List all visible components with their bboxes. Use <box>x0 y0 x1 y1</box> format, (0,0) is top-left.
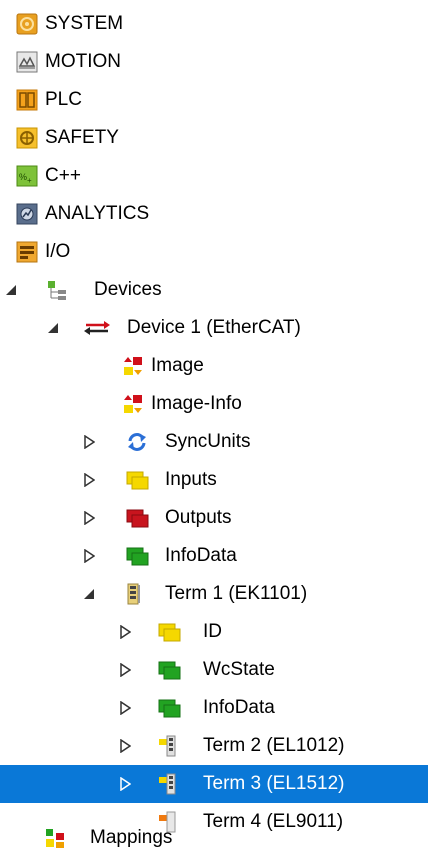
tree-item-label: Term 2 (EL1012) <box>203 735 345 756</box>
tree-item-label: Mappings <box>90 827 173 848</box>
image-info-icon <box>122 393 144 415</box>
tree-item-label: MOTION <box>45 51 121 72</box>
tree-item-label: PLC <box>45 89 82 110</box>
safety-icon <box>16 127 38 149</box>
tree-item-term3[interactable]: Term 3 (EL1512) <box>0 765 428 803</box>
collapse-icon[interactable] <box>82 587 96 601</box>
expand-icon[interactable] <box>118 625 132 639</box>
tree-item-plc[interactable]: PLC <box>0 81 428 119</box>
tree-item-inputs[interactable]: Inputs <box>0 461 428 499</box>
collapse-icon[interactable] <box>46 321 60 335</box>
tree-item-device1[interactable]: Device 1 (EtherCAT) <box>0 309 428 347</box>
tree-item-system[interactable]: SYSTEM <box>0 5 428 43</box>
solution-tree: SYSTEM MOTION PLC SAFETY % + C++ ANALYTIC… <box>0 0 428 851</box>
terminal-icon <box>158 735 180 757</box>
tree-item-label: SyncUnits <box>165 431 251 452</box>
tree-item-safety[interactable]: SAFETY <box>0 119 428 157</box>
syncunits-icon <box>126 431 148 453</box>
expand-icon[interactable] <box>82 435 96 449</box>
tree-item-label: InfoData <box>203 697 275 718</box>
tree-item-term1-infodata[interactable]: InfoData <box>0 689 428 727</box>
tree-item-label: Device 1 (EtherCAT) <box>127 317 301 338</box>
tree-item-label: I/O <box>45 241 71 262</box>
expand-icon[interactable] <box>82 473 96 487</box>
devices-icon <box>46 279 68 301</box>
tree-item-label: Inputs <box>165 469 217 490</box>
tree-item-image[interactable]: Image <box>0 347 428 385</box>
cpp-icon: % + <box>16 165 38 187</box>
tree-item-label: Term 3 (EL1512) <box>203 773 345 794</box>
collapse-icon[interactable] <box>4 283 18 297</box>
expand-icon[interactable] <box>118 701 132 715</box>
analytics-icon <box>16 203 38 225</box>
tree-item-label: Devices <box>94 279 162 300</box>
tree-item-label: SYSTEM <box>45 13 124 34</box>
io-icon <box>16 241 38 263</box>
tree-item-image-info[interactable]: Image-Info <box>0 385 428 423</box>
expand-icon[interactable] <box>118 663 132 677</box>
expand-icon[interactable] <box>82 549 96 563</box>
expand-icon[interactable] <box>82 511 96 525</box>
tree-item-label: WcState <box>203 659 275 680</box>
tree-item-label: C++ <box>45 165 81 186</box>
tree-item-label: InfoData <box>165 545 237 566</box>
tree-item-motion[interactable]: MOTION <box>0 43 428 81</box>
tree-item-label: SAFETY <box>45 127 119 148</box>
wcstate-icon <box>158 659 181 681</box>
tree-item-io[interactable]: I/O <box>0 233 428 271</box>
id-icon <box>158 621 181 643</box>
tree-item-label: ID <box>203 621 222 642</box>
ethercat-device-icon <box>84 317 110 339</box>
tree-item-syncunits[interactable]: SyncUnits <box>0 423 428 461</box>
svg-text:%: % <box>19 172 27 182</box>
plc-icon <box>16 89 38 111</box>
motion-icon <box>16 51 38 73</box>
tree-item-cpp[interactable]: % + C++ <box>0 157 428 195</box>
tree-item-mappings[interactable]: Mappings <box>0 827 428 851</box>
tree-item-devices[interactable]: Devices <box>0 271 428 309</box>
tree-item-term1[interactable]: Term 1 (EK1101) <box>0 575 428 613</box>
mappings-icon <box>44 827 66 849</box>
tree-item-wcstate[interactable]: WcState <box>0 651 428 689</box>
expand-icon[interactable] <box>118 739 132 753</box>
tree-item-label: Term 1 (EK1101) <box>165 583 308 604</box>
tree-item-analytics[interactable]: ANALYTICS <box>0 195 428 233</box>
terminal-icon <box>124 583 146 605</box>
tree-item-outputs[interactable]: Outputs <box>0 499 428 537</box>
infodata-icon <box>158 697 181 719</box>
image-icon <box>122 355 144 377</box>
tree-item-infodata[interactable]: InfoData <box>0 537 428 575</box>
terminal-icon <box>158 773 180 795</box>
tree-item-label: Image-Info <box>151 393 242 414</box>
tree-item-term2[interactable]: Term 2 (EL1012) <box>0 727 428 765</box>
inputs-icon <box>126 469 149 491</box>
tree-item-label: Outputs <box>165 507 232 528</box>
tree-item-label: ANALYTICS <box>45 203 150 224</box>
tree-item-id[interactable]: ID <box>0 613 428 651</box>
tree-item-label: Image <box>151 355 204 376</box>
infodata-icon <box>126 545 149 567</box>
system-icon <box>16 13 38 35</box>
svg-text:+: + <box>27 176 32 185</box>
outputs-icon <box>126 507 149 529</box>
expand-icon[interactable] <box>118 777 132 791</box>
